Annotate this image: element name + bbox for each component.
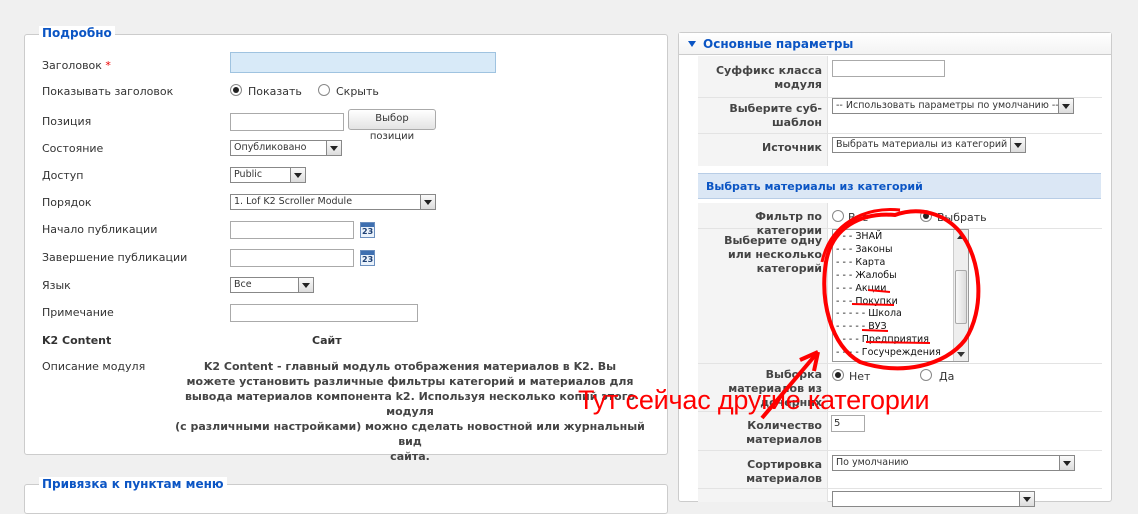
source-value: Выбрать материалы из категорий [836, 139, 1008, 150]
category-option[interactable]: - - - Жалобы [836, 270, 941, 283]
subtemplate-label: Выберите суб-шаблон [729, 102, 822, 129]
module-description-label: Описание модуля [42, 360, 146, 373]
sort-select[interactable]: По умолчанию [832, 455, 1075, 471]
chevron-down-icon [326, 141, 341, 155]
note-input[interactable] [230, 304, 418, 322]
access-value: Public [234, 169, 263, 180]
subtemplate-value: -- Использовать параметры по умолчанию -… [836, 100, 1059, 111]
scroll-up-icon[interactable] [957, 234, 965, 239]
language-select[interactable]: Все [230, 277, 314, 293]
row-divider [698, 450, 1102, 451]
filter-radio-all[interactable] [832, 210, 844, 222]
category-option[interactable]: - - - - - Школа [836, 308, 941, 321]
show-title-radio-hide[interactable] [318, 84, 330, 96]
order-value: 1. Lof K2 Scroller Module [234, 196, 353, 207]
chevron-down-icon [1019, 492, 1034, 506]
filter-radio-select[interactable] [920, 210, 932, 222]
publish-end-label: Завершение публикации [42, 251, 188, 264]
required-mark: * [105, 59, 111, 72]
category-option[interactable]: - - - ЗНАЙ [836, 231, 941, 244]
state-label: Состояние [42, 142, 104, 155]
state-select[interactable]: Опубликовано [230, 140, 342, 156]
category-option[interactable]: - - - - Госучреждения [836, 347, 941, 360]
note-label: Примечание [42, 306, 114, 319]
state-value: Опубликовано [234, 142, 307, 153]
category-option[interactable]: - - - Акции [836, 283, 941, 296]
chevron-down-icon [1058, 99, 1073, 113]
child-option-yes[interactable]: Да [939, 370, 954, 383]
publish-start-label: Начало публикации [42, 223, 158, 236]
child-radio-no[interactable] [832, 369, 844, 381]
params-header[interactable]: Основные параметры [679, 33, 1111, 55]
categories-list: - - - ЗНАЙ - - - Законы - - - Карта - - … [836, 231, 941, 360]
menu-binding-legend: Привязка к пунктам меню [39, 477, 227, 491]
title-label: Заголовок * [42, 59, 111, 72]
chevron-down-icon [1059, 456, 1074, 470]
row-divider [698, 363, 1102, 364]
filter-option-select[interactable]: Выбрать [937, 211, 987, 224]
category-option[interactable]: - - - Законы [836, 244, 941, 257]
desc-line: (с различными настройками) можно сделать… [175, 420, 645, 448]
select-position-button[interactable]: Выбор позиции [348, 109, 436, 142]
item-count-value: 5 [834, 418, 841, 429]
k2-site-label: Сайт [312, 334, 342, 347]
chevron-down-icon [290, 168, 305, 182]
scroll-down-icon[interactable] [957, 352, 965, 357]
item-count-label: Количество материалов [746, 419, 822, 446]
row-divider [698, 488, 1102, 489]
show-title-option-hide[interactable]: Скрыть [336, 85, 379, 98]
category-section-title: Выбрать материалы из категорий [706, 180, 923, 193]
category-option[interactable]: - - - - - ВУЗ [836, 321, 941, 334]
source-label: Источник [762, 141, 822, 154]
extra-select[interactable] [832, 491, 1035, 507]
filter-option-all[interactable]: Все [848, 211, 868, 224]
suffix-label: Суффикс класса модуля [715, 64, 822, 91]
suffix-input[interactable] [832, 60, 945, 77]
position-input[interactable] [230, 113, 344, 131]
publish-start-input[interactable] [230, 221, 354, 239]
position-label: Позиция [42, 115, 92, 128]
language-label: Язык [42, 279, 71, 292]
show-title-option-show[interactable]: Показать [248, 85, 302, 98]
calendar-icon[interactable]: 23 [360, 222, 375, 238]
order-select[interactable]: 1. Lof K2 Scroller Module [230, 194, 436, 210]
category-section-header: Выбрать материалы из категорий [698, 173, 1101, 199]
params-header-title: Основные параметры [703, 37, 854, 51]
categories-label: Выберите одну или несколько категорий [724, 234, 822, 275]
sort-value: По умолчанию [836, 457, 909, 468]
child-option-no[interactable]: Нет [849, 370, 870, 383]
k2-content-label: K2 Content [42, 334, 112, 347]
category-option[interactable]: - - - - Предприятия [836, 334, 941, 347]
language-value: Все [234, 279, 252, 290]
scroll-thumb[interactable] [955, 270, 967, 324]
annotation-text: Тут сейчас другие категории [578, 385, 930, 415]
chevron-down-icon [1010, 138, 1025, 152]
item-count-input[interactable]: 5 [831, 415, 865, 432]
desc-line: сайта. [390, 450, 430, 463]
source-select[interactable]: Выбрать материалы из категорий [832, 137, 1026, 153]
categories-listbox[interactable]: - - - ЗНАЙ - - - Законы - - - Карта - - … [832, 229, 969, 362]
chevron-down-icon [420, 195, 435, 209]
desc-line: K2 Content - главный модуль отображения … [203, 360, 617, 373]
access-label: Доступ [42, 169, 84, 182]
details-legend: Подробно [39, 26, 115, 40]
child-radio-yes[interactable] [920, 369, 932, 381]
access-select[interactable]: Public [230, 167, 306, 183]
show-title-radio-show[interactable] [230, 84, 242, 96]
chevron-down-icon [298, 278, 313, 292]
order-label: Порядок [42, 196, 92, 209]
publish-end-input[interactable] [230, 249, 354, 267]
sort-label: Сортировка материалов [746, 458, 822, 485]
triangle-down-icon [688, 41, 696, 47]
category-option[interactable]: - - - Карта [836, 257, 941, 270]
title-input[interactable] [230, 52, 496, 73]
calendar-icon[interactable]: 23 [360, 250, 375, 266]
category-option[interactable]: - - - Покупки [836, 296, 941, 309]
subtemplate-select[interactable]: -- Использовать параметры по умолчанию -… [832, 98, 1074, 114]
row-divider [698, 133, 1102, 134]
listbox-scrollbar[interactable] [953, 230, 968, 361]
show-title-label: Показывать заголовок [42, 85, 174, 98]
title-label-text: Заголовок [42, 59, 102, 72]
